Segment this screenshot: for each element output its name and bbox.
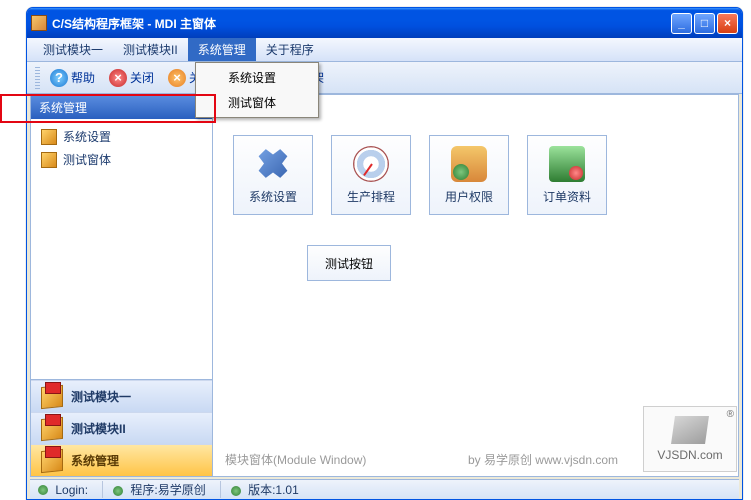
toolbar-grip[interactable] — [35, 67, 40, 89]
menu-module2[interactable]: 测试模块II — [113, 38, 188, 61]
toolbar-help[interactable]: ? 帮助 — [46, 67, 99, 89]
sidebar-list: 系统设置 测试窗体 — [31, 119, 212, 379]
status-version-label: 版本:1.01 — [248, 483, 299, 497]
module-icon — [41, 418, 63, 440]
status-dot-icon — [231, 486, 241, 496]
nav-module1[interactable]: 测试模块一 — [31, 380, 212, 412]
status-login: Login: — [38, 483, 88, 497]
test-button-label: 测试按钮 — [325, 255, 373, 272]
titlebar[interactable]: C/S结构程序框架 - MDI 主窗体 _ □ × — [27, 8, 742, 38]
close-window-button[interactable]: × — [717, 13, 738, 34]
module-icon — [41, 386, 63, 408]
tile-label: 订单资料 — [543, 188, 591, 205]
app-icon — [31, 15, 47, 31]
menu-system-dropdown: 系统设置 测试窗体 — [195, 62, 319, 118]
cube-icon — [41, 129, 57, 145]
brand-logo: ® VJSDN.com — [643, 406, 737, 472]
tile-orders[interactable]: 订单资料 — [527, 135, 607, 215]
content-footer-label: 模块窗体(Module Window) — [225, 451, 366, 468]
status-program: 程序:易学原创 — [102, 481, 206, 498]
sidebar-item-settings[interactable]: 系统设置 — [39, 125, 204, 148]
tile-label: 生产排程 — [347, 188, 395, 205]
registered-mark: ® — [727, 409, 734, 420]
sidebar-item-label: 系统设置 — [63, 128, 111, 145]
maximize-button[interactable]: □ — [694, 13, 715, 34]
nav-label: 系统管理 — [71, 452, 119, 469]
sidebar-item-testform[interactable]: 测试窗体 — [39, 148, 204, 171]
module-icon — [41, 450, 63, 472]
tile-schedule[interactable]: 生产排程 — [331, 135, 411, 215]
toolbar-close-label: 关闭 — [130, 69, 154, 86]
status-program-label: 程序:易学原创 — [130, 483, 205, 497]
sidebar-nav: 测试模块一 测试模块II 系统管理 — [31, 379, 212, 476]
status-dot-icon — [113, 486, 123, 496]
menu-system[interactable]: 系统管理 — [188, 38, 256, 61]
tile-label: 用户权限 — [445, 188, 493, 205]
users-icon — [451, 146, 487, 182]
orders-icon — [549, 146, 585, 182]
dropdown-system-settings[interactable]: 系统设置 — [198, 65, 316, 90]
menu-about[interactable]: 关于程序 — [256, 38, 324, 61]
toolbar-close[interactable]: × 关闭 — [105, 67, 158, 89]
status-dot-icon — [38, 485, 48, 495]
main-window: C/S结构程序框架 - MDI 主窗体 _ □ × 测试模块一 测试模块II 系… — [26, 7, 743, 500]
nav-label: 测试模块II — [71, 420, 126, 437]
statusbar: Login: 程序:易学原创 版本:1.01 — [30, 479, 739, 499]
dropdown-test-form[interactable]: 测试窗体 — [198, 90, 316, 115]
sidebar-header-label: 系统管理 — [39, 99, 87, 116]
nav-module2[interactable]: 测试模块II — [31, 412, 212, 444]
status-version: 版本:1.01 — [220, 481, 299, 498]
nav-label: 测试模块一 — [71, 388, 131, 405]
nav-system[interactable]: 系统管理 — [31, 444, 212, 476]
cube-icon — [41, 152, 57, 168]
tile-row: 系统设置 生产排程 用户权限 订单资料 — [233, 135, 718, 215]
toolbar: ? 帮助 × 关闭 × 关 oolbar | 参考MDI框架 — [27, 62, 742, 94]
toolbar-help-label: 帮助 — [71, 69, 95, 86]
logo-cube-icon — [671, 416, 709, 444]
content-footer-credit: by 易学原创 www.vjsdn.com — [468, 451, 618, 468]
minimize-button[interactable]: _ — [671, 13, 692, 34]
tile-users[interactable]: 用户权限 — [429, 135, 509, 215]
close-icon: × — [109, 69, 127, 87]
menu-module1[interactable]: 测试模块一 — [33, 38, 113, 61]
sidebar-header: 系统管理 ✲ — [31, 95, 212, 119]
sidebar-item-label: 测试窗体 — [63, 151, 111, 168]
help-icon: ? — [50, 69, 68, 87]
sidebar: 系统管理 ✲ 系统设置 测试窗体 测试模块一 — [30, 94, 213, 477]
close2-icon: × — [168, 69, 186, 87]
window-title: C/S结构程序框架 - MDI 主窗体 — [52, 15, 216, 32]
status-login-label: Login: — [55, 483, 88, 497]
settings-icon — [255, 146, 291, 182]
tile-label: 系统设置 — [249, 188, 297, 205]
test-button[interactable]: 测试按钮 — [307, 245, 391, 281]
schedule-icon — [353, 146, 389, 182]
menubar: 测试模块一 测试模块II 系统管理 关于程序 系统设置 测试窗体 — [27, 38, 742, 62]
tile-settings[interactable]: 系统设置 — [233, 135, 313, 215]
logo-text: VJSDN.com — [657, 448, 722, 462]
